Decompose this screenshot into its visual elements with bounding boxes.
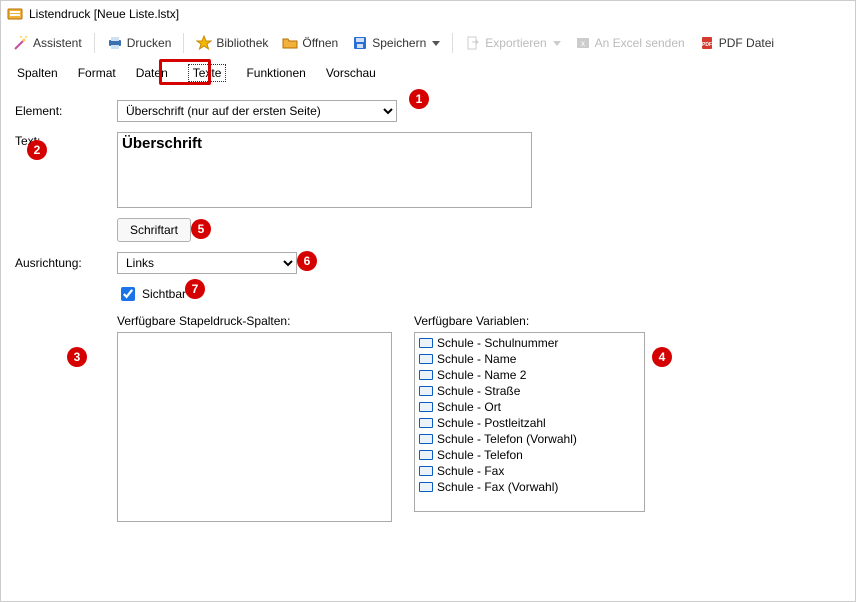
list-item-label: Schule - Straße [437,384,520,398]
oeffnen-label: Öffnen [302,36,338,50]
list-item[interactable]: Schule - Fax [417,463,642,479]
pdf-button[interactable]: PDF PDF Datei [693,31,780,55]
variablen-label: Verfügbare Variablen: [414,314,645,328]
stapel-label: Verfügbare Stapeldruck-Spalten: [117,314,392,328]
list-item-label: Schule - Name [437,352,516,366]
excel-label: An Excel senden [595,36,685,50]
export-icon [465,35,481,51]
list-item-label: Schule - Name 2 [437,368,526,382]
sichtbar-row: Sichtbar [15,284,841,304]
toolbar-separator [94,33,95,53]
list-item-label: Schule - Fax (Vorwahl) [437,480,558,494]
variablen-listbox[interactable]: Schule - Schulnummer Schule - Name Schule … [414,332,645,512]
element-label: Element: [15,104,109,118]
speichern-label: Speichern [372,36,426,50]
list-item-label: Schule - Ort [437,400,501,414]
tab-funktionen[interactable]: Funktionen [236,63,315,83]
titlebar: Listendruck [Neue Liste.lstx] [1,1,855,26]
ausrichtung-row: Ausrichtung: Links [15,252,841,274]
window-title: Listendruck [Neue Liste.lstx] [29,7,179,21]
exportieren-label: Exportieren [485,36,546,50]
save-icon [352,35,368,51]
list-item-label: Schule - Telefon [437,448,523,462]
element-row: Element: Überschrift (nur auf der ersten… [15,100,841,122]
tab-vorschau[interactable]: Vorschau [316,63,386,83]
lists-wrap: Verfügbare Stapeldruck-Spalten: Verfügba… [117,314,645,522]
toolbar: Assistent Drucken Bibliothek Öffnen Spei… [1,26,855,60]
list-item[interactable]: Schule - Telefon (Vorwahl) [417,431,642,447]
ausrichtung-select[interactable]: Links [117,252,297,274]
field-icon [419,338,433,348]
oeffnen-button[interactable]: Öffnen [276,31,344,55]
sichtbar-checkbox[interactable] [121,287,135,301]
speichern-button[interactable]: Speichern [346,31,446,55]
field-icon [419,402,433,412]
list-item-label: Schule - Postleitzahl [437,416,546,430]
assistent-label: Assistent [33,36,82,50]
toolbar-separator [183,33,184,53]
text-label: Text: [15,132,109,148]
tabbar: Spalten Format Daten Texte Funktionen Vo… [1,60,855,86]
exportieren-button: Exportieren [459,31,566,55]
drucken-label: Drucken [127,36,172,50]
field-icon [419,434,433,444]
field-icon [419,386,433,396]
text-row: Text: [15,132,841,208]
field-icon [419,354,433,364]
list-item[interactable]: Schule - Straße [417,383,642,399]
list-item[interactable]: Schule - Fax (Vorwahl) [417,479,642,495]
bibliothek-button[interactable]: Bibliothek [190,31,274,55]
print-icon [107,35,123,51]
ausrichtung-label: Ausrichtung: [15,256,109,270]
svg-text:x: x [581,39,585,48]
assistent-button[interactable]: Assistent [7,31,88,55]
list-item[interactable]: Schule - Name [417,351,642,367]
field-icon [419,466,433,476]
bibliothek-label: Bibliothek [216,36,268,50]
form-body: Element: Überschrift (nur auf der ersten… [1,86,855,522]
list-item[interactable]: Schule - Postleitzahl [417,415,642,431]
schriftart-row: Schriftart [15,218,841,242]
tab-format[interactable]: Format [68,63,126,83]
list-item-label: Schule - Schulnummer [437,336,558,350]
field-icon [419,370,433,380]
field-icon [419,418,433,428]
pdf-label: PDF Datei [719,36,774,50]
tab-daten[interactable]: Daten [126,63,178,83]
list-item[interactable]: Schule - Schulnummer [417,335,642,351]
pdf-icon: PDF [699,35,715,51]
drucken-button[interactable]: Drucken [101,31,178,55]
sichtbar-wrap[interactable]: Sichtbar [117,284,186,304]
list-item[interactable]: Schule - Ort [417,399,642,415]
list-item[interactable]: Schule - Name 2 [417,367,642,383]
element-select[interactable]: Überschrift (nur auf der ersten Seite) [117,100,397,122]
excel-icon: x [575,35,591,51]
chevron-down-icon [432,41,440,46]
folder-icon [282,35,298,51]
list-item-label: Schule - Telefon (Vorwahl) [437,432,577,446]
text-input[interactable] [117,132,532,208]
app-icon [7,6,23,22]
sichtbar-label[interactable]: Sichtbar [142,287,186,301]
list-item[interactable]: Schule - Telefon [417,447,642,463]
list-item-label: Schule - Fax [437,464,504,478]
toolbar-separator [452,33,453,53]
tab-texte[interactable]: Texte [178,63,237,83]
star-icon [196,35,212,51]
variablen-col: Verfügbare Variablen: Schule - Schulnumm… [414,314,645,522]
excel-button: x An Excel senden [569,31,691,55]
svg-text:PDF: PDF [702,42,712,48]
wand-icon [13,35,29,51]
lists-row: Verfügbare Stapeldruck-Spalten: Verfügba… [15,314,841,522]
schriftart-button[interactable]: Schriftart [117,218,191,242]
stapel-listbox[interactable] [117,332,392,522]
tab-spalten[interactable]: Spalten [7,63,68,83]
tab-texte-label: Texte [188,64,227,82]
stapel-col: Verfügbare Stapeldruck-Spalten: [117,314,392,522]
field-icon [419,450,433,460]
chevron-down-icon [553,41,561,46]
field-icon [419,482,433,492]
